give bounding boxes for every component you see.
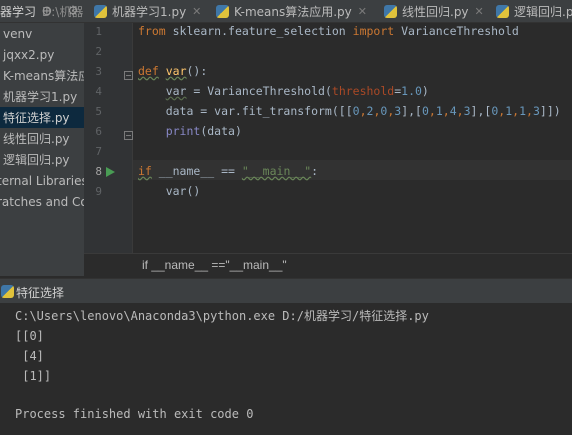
project-tree: venv jqxx2.py K-means算法应 机器学习1.py 特征选择.p… [0,23,84,276]
python-run-icon [1,285,14,298]
tab-label: 逻辑回归.py [514,4,572,19]
code-line-5: data = var.fit_transform([[0,2,0,3],[0,1… [138,104,561,118]
tree-item-machine-learning-1[interactable]: 机器学习1.py [0,86,84,107]
line-number: 1 [95,25,102,38]
line-number: 8 [95,165,102,178]
tree-item-k-means[interactable]: K-means算法应 [0,65,84,86]
python-file-icon [94,4,107,18]
console-line: Process finished with exit code 0 [15,407,254,421]
fold-icon[interactable] [124,71,133,80]
line-number: 3 [95,65,102,78]
console-line: C:\Users\lenovo\Anaconda3\python.exe D:/… [15,309,429,323]
console-line: [4] [15,349,44,363]
line-number: 6 [95,125,102,138]
gear-icon[interactable]: ⚙ [64,2,82,20]
line-number: 7 [95,145,102,158]
breadcrumb-label: if __name__ =="__main__" [142,258,287,272]
run-tab-title[interactable]: 特征选择 [16,284,64,301]
run-console[interactable]: C:\Users\lenovo\Anaconda3\python.exe D:/… [0,303,572,435]
run-gutter-icon[interactable] [106,167,115,177]
breadcrumb[interactable]: if __name__ =="__main__" [84,253,572,277]
tree-item-jqxx2[interactable]: jqxx2.py [0,44,84,65]
tab-bar: 器学习 D:\机器学 ⊕ ⚙ 机器学习1.py ✕ K-means算法应用.py… [0,0,572,23]
fold-icon[interactable] [124,131,133,140]
line-number: 2 [95,45,102,58]
python-file-icon [384,4,397,18]
tab-linear-regression[interactable]: 线性回归.py ✕ [378,0,498,22]
console-line: [[0] [15,329,44,343]
tab-label: 机器学习1.py [112,4,187,19]
close-icon[interactable]: ✕ [358,5,367,18]
code-line-6: print(data) [165,124,242,138]
tree-item-venv[interactable]: venv [0,23,84,44]
tree-item-external-libraries[interactable]: ternal Libraries [0,170,84,191]
project-title: 器学习 [0,4,37,19]
tree-item-logistic-regression[interactable]: 逻辑回归.py [0,149,84,170]
tree-item-feature-selection[interactable]: 特征选择.py [0,107,84,128]
code-line-3: def var(): [138,64,208,78]
line-number-gutter[interactable]: 1 2 3 4 5 6 7 8 9 [84,23,133,253]
line-number: 9 [95,185,102,198]
tab-machine-learning-1[interactable]: 机器学习1.py ✕ [88,0,230,22]
code-line-1: from sklearn.feature_selection import Va… [138,24,519,38]
python-file-icon [216,4,229,18]
tree-item-linear-regression[interactable]: 线性回归.py [0,128,84,149]
python-file-icon [496,4,509,18]
tab-label: 线性回归.py [402,4,469,19]
line-number: 4 [95,85,102,98]
tab-k-means[interactable]: K-means算法应用.py ✕ [210,0,388,22]
code-line-8: if __name__ == "__main__": [138,164,319,178]
tree-item-scratches[interactable]: ratches and Co [0,191,84,212]
console-line: [1]] [15,369,52,383]
tab-logistic-regression[interactable]: 逻辑回归.py [490,0,572,22]
code-editor[interactable]: from sklearn.feature_selection import Va… [133,23,572,253]
close-icon[interactable]: ✕ [192,5,201,18]
code-line-9: var() [138,184,201,198]
tab-label: K-means算法应用.py [234,4,352,19]
code-line-4: var = VarianceThreshold(threshold=1.0) [165,84,429,98]
sync-icon[interactable]: ⊕ [38,2,56,20]
line-number: 5 [95,105,102,118]
close-icon[interactable]: ✕ [475,5,484,18]
run-panel-header: 特征选择 [0,278,572,304]
